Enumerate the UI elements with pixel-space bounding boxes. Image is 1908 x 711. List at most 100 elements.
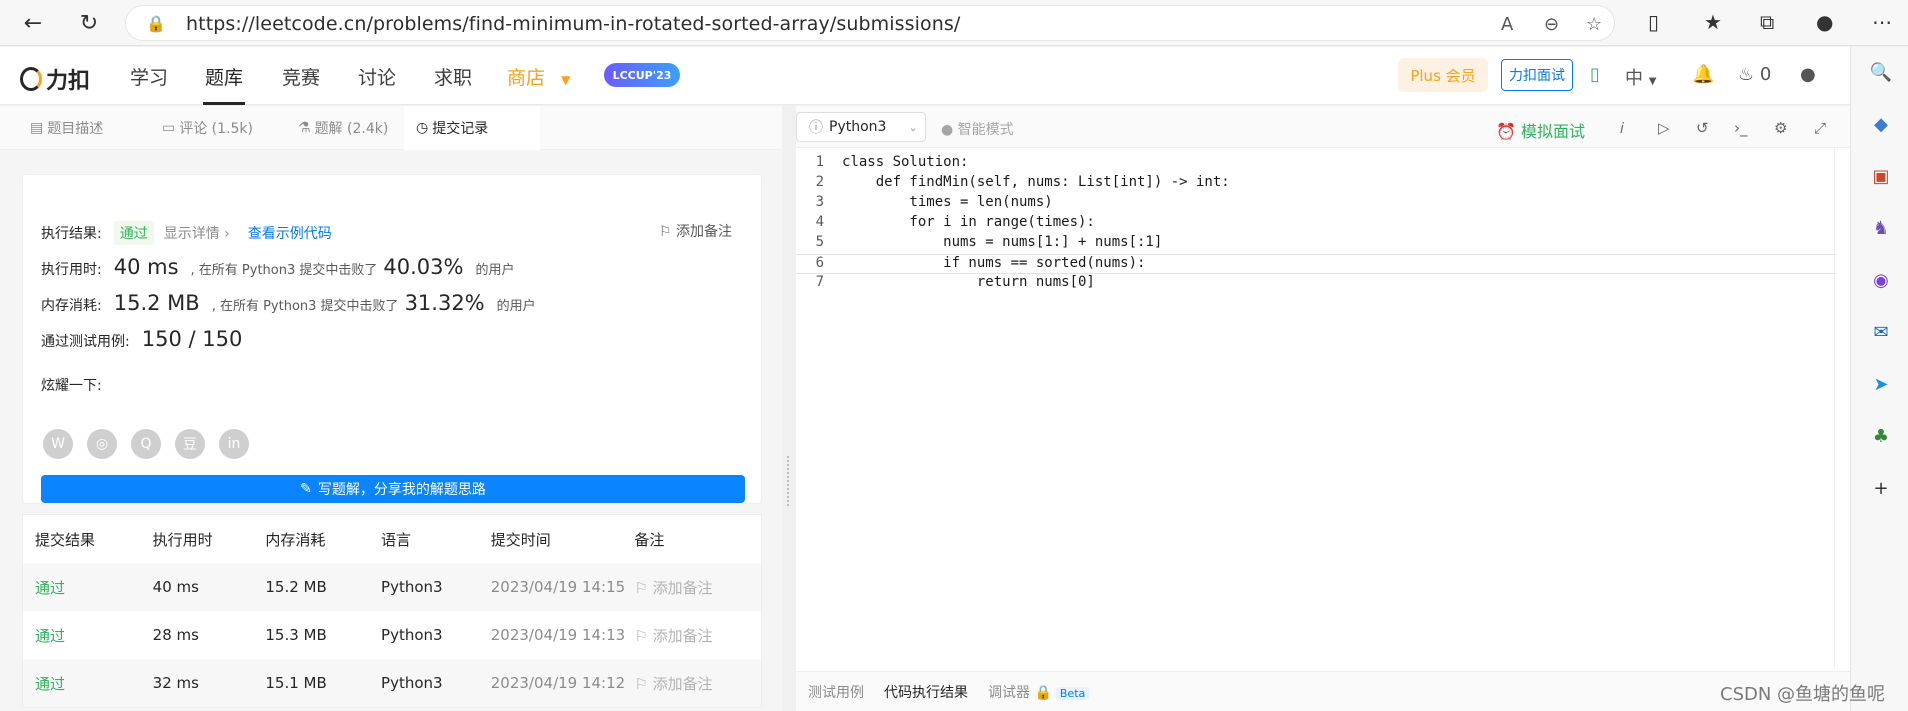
plus-member-button[interactable]: Plus 会员 [1398, 58, 1488, 92]
memory-percent: 31.32% [404, 291, 485, 315]
smart-mode-label: 智能模式 [957, 122, 1014, 138]
status-badge: 通过 [113, 221, 154, 245]
profile-avatar-icon[interactable]: ● [1816, 10, 1833, 34]
tab-testcases[interactable]: 测试用例 [808, 682, 864, 702]
show-detail-link[interactable]: 显示详情 › [164, 223, 230, 243]
line-number: 6 [815, 255, 824, 271]
row-time: 2023/04/19 14:15 [490, 578, 626, 596]
row-status[interactable]: 通过 [23, 577, 153, 598]
add-icon[interactable]: + [1869, 477, 1893, 501]
qq-icon[interactable]: Q [131, 429, 161, 459]
nav-store[interactable]: 商店 ▼ [507, 63, 570, 90]
editor-scrollbar[interactable] [1834, 148, 1848, 668]
flag-icon: ⚐ [659, 224, 672, 240]
share-row: 炫耀一下: [41, 375, 114, 395]
language-label: 中 [1625, 68, 1643, 89]
left-panel: ▤ 题目描述 ▭ 评论 (1.5k) ⚗ 题解 (2.4k) ◷ 提交记录 执行结果: … [0, 106, 782, 711]
points-indicator[interactable]: ♨ 0 [1738, 64, 1771, 85]
user-avatar[interactable]: ● [1800, 64, 1816, 85]
language-select[interactable]: ⓘ Python3 ⌄ [796, 112, 926, 142]
language-switch[interactable]: 中 ▼ [1625, 64, 1656, 90]
wechat-icon[interactable]: W [43, 429, 73, 459]
url-text[interactable]: https://leetcode.cn/problems/find-minimu… [186, 13, 960, 35]
tab-debugger[interactable]: 调试器 🔒 Beta [988, 682, 1090, 702]
smart-mode-toggle[interactable]: ● 智能模式 [941, 119, 1014, 139]
nav-learn[interactable]: 学习 [130, 63, 168, 90]
row-status[interactable]: 通过 [23, 673, 153, 694]
nav-problems[interactable]: 题库 [205, 63, 243, 90]
write-solution-button[interactable]: ✎ 写题解，分享我的解题思路 [41, 475, 745, 503]
shopping-tag-icon[interactable]: ◆ [1869, 113, 1893, 137]
row-add-note[interactable]: ⚐ 添加备注 [634, 673, 761, 694]
sample-code-link[interactable]: 查看示例代码 [248, 223, 332, 243]
testcases-label: 通过测试用例: [41, 334, 130, 350]
back-arrow-icon[interactable]: ← [18, 8, 48, 38]
info-italic-icon[interactable]: 𝑖 [1620, 119, 1624, 137]
collections-icon[interactable]: ⧉ [1760, 10, 1774, 34]
leetcode-interview-button[interactable]: 力扣面试 [1501, 59, 1573, 91]
row-memory: 15.2 MB [265, 578, 327, 596]
add-note-button[interactable]: ⚐ 添加备注 [659, 221, 732, 241]
weibo-icon[interactable]: ◎ [87, 429, 117, 459]
linkedin-icon[interactable]: in [219, 429, 249, 459]
run-icon[interactable]: ▷ [1658, 119, 1670, 137]
points-count: 0 [1759, 64, 1772, 85]
tab-run-result[interactable]: 代码执行结果 [884, 682, 968, 702]
nav-jobs[interactable]: 求职 [434, 63, 472, 90]
row-add-note[interactable]: ⚐ 添加备注 [634, 625, 761, 646]
line-number: 3 [815, 194, 824, 210]
tab-description[interactable]: ▤ 题目描述 [18, 106, 115, 150]
zoom-icon[interactable]: ⊖ [1544, 14, 1559, 35]
split-screen-icon[interactable]: ▯ [1648, 10, 1659, 34]
nav-contest[interactable]: 竞赛 [282, 63, 320, 90]
toolbox-icon[interactable]: ▣ [1869, 165, 1893, 189]
games-icon[interactable]: ♞ [1869, 217, 1893, 241]
send-icon[interactable]: ➤ [1869, 373, 1893, 397]
mock-interview-label: 模拟面试 [1521, 122, 1586, 141]
refresh-icon[interactable]: ↻ [74, 8, 104, 38]
code-area[interactable]: 1 class Solution: 2 def findMin(self, num… [796, 148, 1836, 668]
code-text: nums = nums[1:] + nums[:1] [842, 234, 1163, 250]
reset-icon[interactable]: ↺ [1696, 119, 1709, 137]
nav-discuss[interactable]: 讨论 [358, 63, 396, 90]
panel-resizer[interactable] [782, 106, 796, 711]
line-number: 4 [815, 214, 824, 230]
memory-row: 内存消耗: 15.2 MB , 在所有 Python3 提交中击败了 31.32… [41, 291, 542, 315]
read-aloud-icon[interactable]: A [1501, 14, 1513, 35]
share-label: 炫耀一下: [41, 378, 102, 394]
logo-mark-icon [20, 67, 42, 91]
tree-icon[interactable]: ♣ [1869, 425, 1893, 449]
search-icon[interactable]: 🔍 [1869, 61, 1893, 85]
tab-comments[interactable]: ▭ 评论 (1.5k) [150, 106, 265, 150]
code-text: times = len(nums) [842, 194, 1053, 210]
douban-icon[interactable]: 豆 [175, 429, 205, 459]
outlook-icon[interactable]: ✉ [1869, 321, 1893, 345]
phone-icon[interactable]: ▯ [1590, 64, 1600, 85]
lock-icon: 🔒 [146, 14, 166, 33]
code-text: class Solution: [842, 154, 969, 170]
row-add-note[interactable]: ⚐ 添加备注 [634, 577, 761, 598]
favorites-icon[interactable]: ★ [1704, 10, 1722, 34]
bell-icon[interactable]: 🔔 [1692, 64, 1714, 85]
office-icon[interactable]: ◉ [1869, 269, 1893, 293]
row-status[interactable]: 通过 [23, 625, 153, 646]
testcases-row: 通过测试用例: 150 / 150 [41, 327, 248, 351]
console-icon[interactable]: ›_ [1734, 119, 1748, 137]
leetcode-logo[interactable]: 力扣 [20, 63, 90, 95]
table-row[interactable]: 通过 28 ms 15.3 MB Python3 2023/04/19 14:1… [23, 611, 761, 659]
address-bar[interactable]: 🔒 https://leetcode.cn/problems/find-mini… [125, 5, 1615, 41]
table-row[interactable]: 通过 32 ms 15.1 MB Python3 2023/04/19 14:1… [23, 659, 761, 707]
memory-users: 的用户 [496, 299, 536, 314]
mock-interview-button[interactable]: ⏰ 模拟面试 [1496, 118, 1585, 142]
fullscreen-icon[interactable]: ⤢ [1814, 119, 1826, 137]
watermark: CSDN @鱼塘的鱼呢 [1720, 684, 1886, 705]
favorite-add-icon[interactable]: ☆ [1586, 14, 1602, 35]
lccup-badge[interactable]: LCCUP'23 [604, 63, 680, 87]
tab-solutions[interactable]: ⚗ 题解 (2.4k) [286, 106, 400, 150]
table-row[interactable]: 通过 40 ms 15.2 MB Python3 2023/04/19 14:1… [23, 563, 761, 611]
row-add-note-label: 添加备注 [652, 626, 713, 645]
settings-icon[interactable]: ⚙ [1774, 119, 1787, 137]
tab-submissions[interactable]: ◷ 提交记录 [404, 106, 540, 150]
more-icon[interactable]: ⋯ [1872, 10, 1892, 34]
code-line-current: 6 if nums == sorted(nums): [796, 254, 1836, 274]
